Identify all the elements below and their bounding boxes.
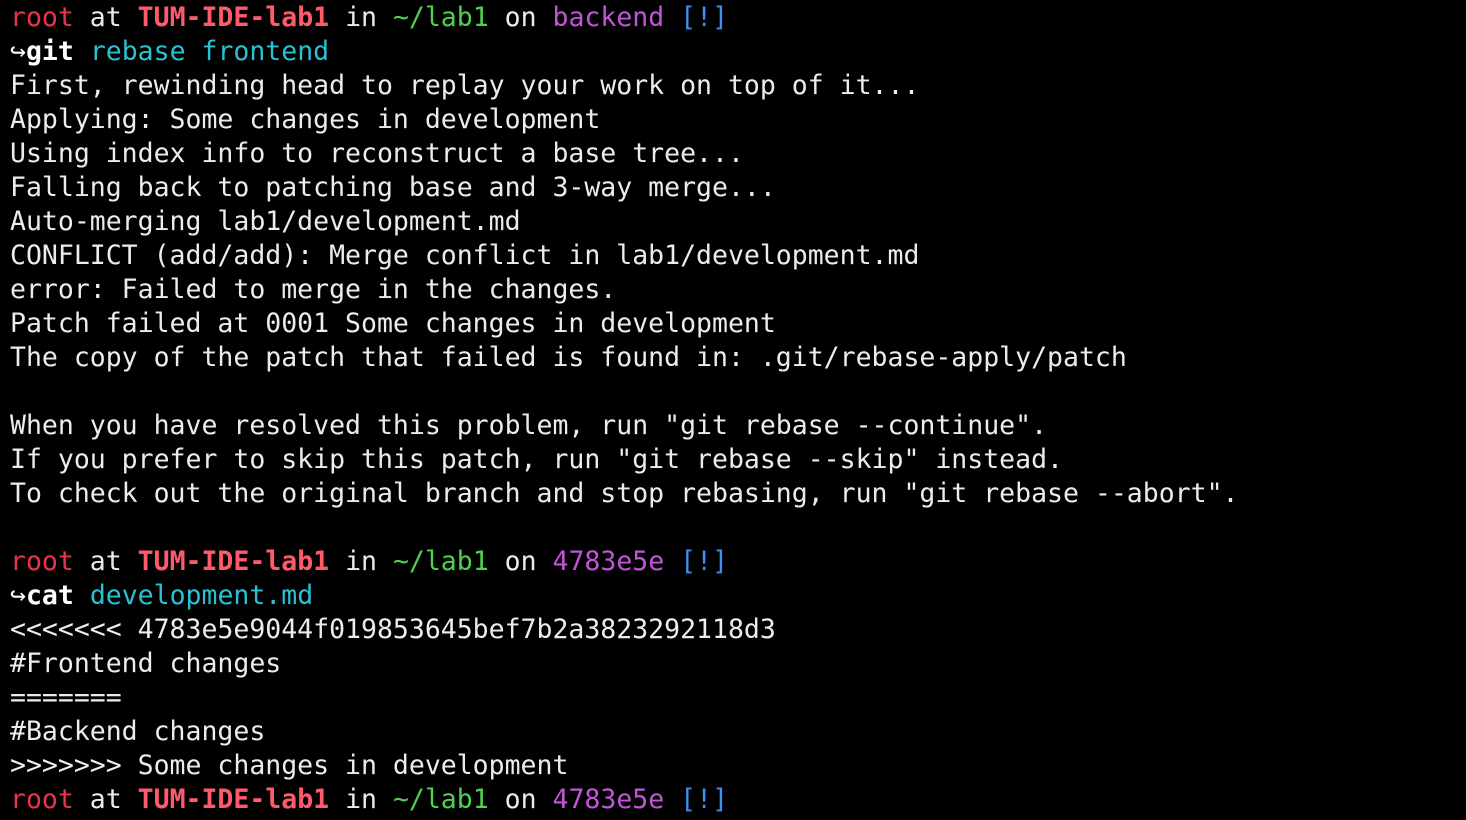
command-args: development.md [89, 580, 314, 611]
output-line: First, rewinding head to replay your wor… [10, 70, 920, 101]
prompt-branch: backend [552, 2, 665, 33]
prompt-path: ~/lab1 [392, 2, 489, 33]
prompt-at: at [73, 546, 138, 577]
prompt-at: at [73, 784, 138, 815]
prompt-arrow-icon: ↪ [10, 580, 26, 611]
output-line: The copy of the patch that failed is fou… [10, 342, 1127, 373]
prompt-line: root at TUM-IDE-lab1 in ~/lab1 on 4783e5… [10, 545, 1466, 579]
prompt-on: on [488, 2, 553, 33]
output-line: Using index info to reconstruct a base t… [10, 138, 744, 169]
output-line: #Frontend changes [10, 648, 282, 679]
output-line: Patch failed at 0001 Some changes in dev… [10, 308, 776, 339]
prompt-in: in [329, 546, 393, 577]
command-line: ↪git rebase frontend [10, 35, 1466, 69]
command-args: rebase frontend [89, 36, 330, 67]
output-line: error: Failed to merge in the changes. [10, 274, 617, 305]
output-line: When you have resolved this problem, run… [10, 410, 1048, 441]
prompt-at: at [73, 2, 138, 33]
prompt-user: root [10, 784, 74, 815]
prompt-line: root at TUM-IDE-lab1 in ~/lab1 on backen… [10, 1, 1466, 35]
prompt-status: [!] [680, 546, 729, 577]
prompt-line: root at TUM-IDE-lab1 in ~/lab1 on 4783e5… [10, 783, 1466, 817]
output-line: To check out the original branch and sto… [10, 478, 1239, 509]
prompt-path: ~/lab1 [392, 546, 489, 577]
output-line: CONFLICT (add/add): Merge conflict in la… [10, 240, 920, 271]
prompt-status: [!] [680, 2, 729, 33]
prompt-host: TUM-IDE-lab1 [137, 2, 330, 33]
prompt-in: in [329, 2, 393, 33]
output-line: Auto-merging lab1/development.md [10, 206, 521, 237]
output-line: Falling back to patching base and 3-way … [10, 172, 776, 203]
command-name: git [25, 36, 74, 67]
prompt-branch: 4783e5e [552, 546, 665, 577]
prompt-user: root [10, 546, 74, 577]
terminal-window[interactable]: root at TUM-IDE-lab1 in ~/lab1 on backen… [0, 0, 1466, 820]
output-line: >>>>>>> Some changes in development [10, 750, 569, 781]
prompt-arrow-icon: ↪ [10, 36, 26, 67]
output-line: #Backend changes [10, 716, 266, 747]
prompt-status: [!] [680, 784, 729, 815]
output-line: Applying: Some changes in development [10, 104, 601, 135]
command-name: cat [25, 580, 74, 611]
output-line: If you prefer to skip this patch, run "g… [10, 444, 1063, 475]
prompt-host: TUM-IDE-lab1 [137, 784, 330, 815]
output-line: ======= [10, 682, 122, 713]
prompt-on: on [488, 784, 553, 815]
prompt-on: on [488, 546, 553, 577]
output-line: <<<<<<< 4783e5e9044f019853645bef7b2a3823… [10, 614, 776, 645]
prompt-in: in [329, 784, 393, 815]
prompt-branch: 4783e5e [552, 784, 665, 815]
prompt-host: TUM-IDE-lab1 [137, 546, 330, 577]
prompt-path: ~/lab1 [392, 784, 489, 815]
command-line: ↪cat development.md [10, 579, 1466, 613]
prompt-user: root [10, 2, 74, 33]
